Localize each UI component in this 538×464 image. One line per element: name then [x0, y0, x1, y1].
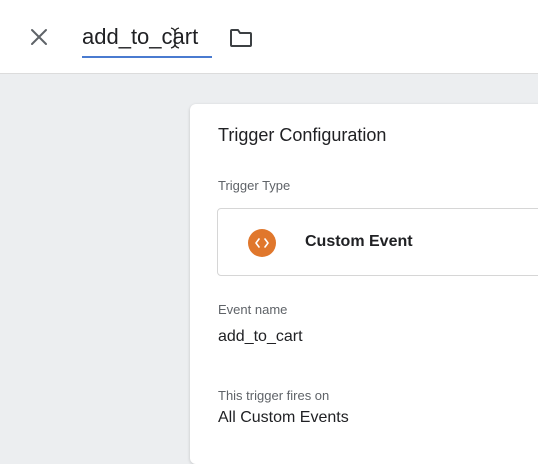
event-name-label: Event name — [218, 302, 288, 317]
tag-name-input[interactable] — [82, 22, 212, 58]
folder-button[interactable] — [226, 24, 256, 52]
fires-on-label: This trigger fires on — [218, 388, 330, 403]
trigger-type-selector[interactable]: Custom Event — [217, 208, 538, 276]
close-button[interactable] — [24, 22, 54, 52]
trigger-type-label: Trigger Type — [218, 178, 291, 193]
trigger-type-name: Custom Event — [305, 233, 413, 250]
close-icon — [31, 29, 47, 45]
trigger-configuration-card: Trigger Configuration Trigger Type Custo… — [190, 104, 538, 464]
text-cursor-icon — [170, 27, 180, 49]
card-title: Trigger Configuration — [218, 125, 387, 145]
top-bar — [0, 0, 538, 74]
fires-on-value: All Custom Events — [218, 409, 349, 426]
folder-icon — [230, 29, 252, 47]
custom-event-icon — [248, 229, 276, 257]
event-name-value: add_to_cart — [218, 328, 303, 345]
